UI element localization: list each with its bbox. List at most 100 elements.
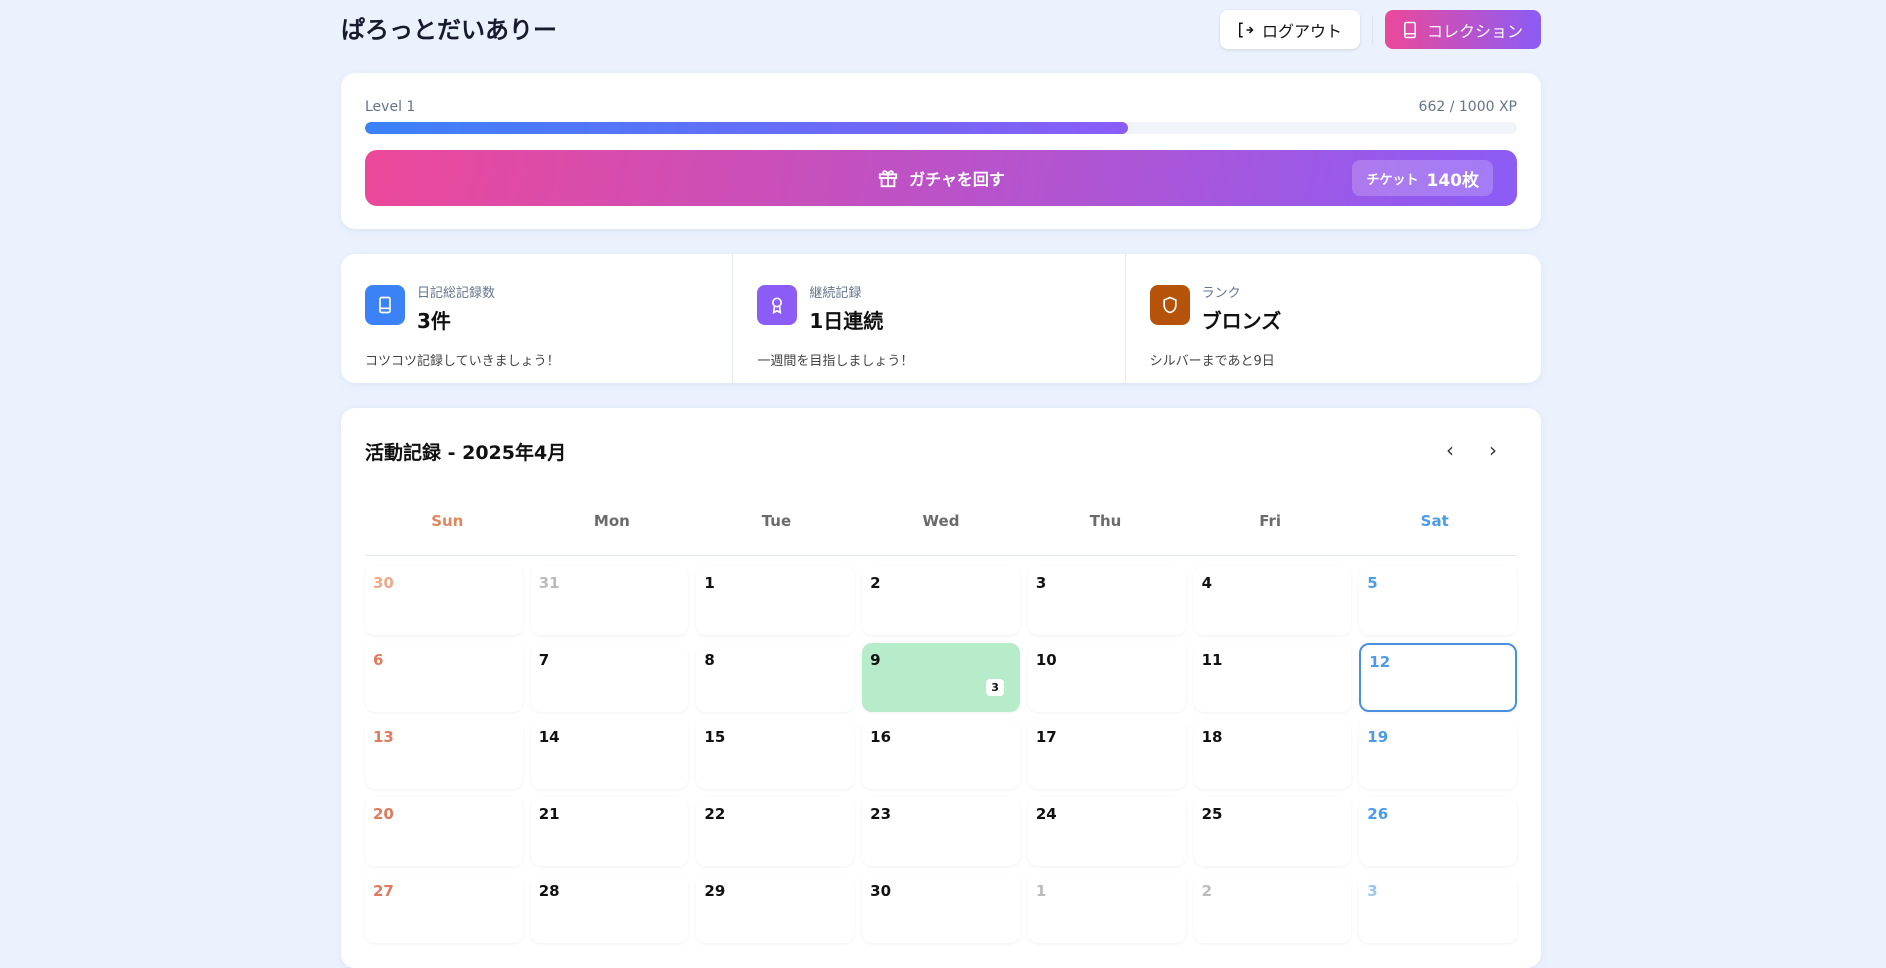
stat-item: ランク ブロンズ シルバーまであと9日 [1124, 254, 1517, 383]
calendar-day[interactable]: 11 [1193, 643, 1352, 712]
calendar-day[interactable]: 27 [365, 874, 523, 943]
day-number: 19 [1367, 728, 1389, 746]
day-number: 3 [1367, 882, 1378, 900]
stat-subtext: シルバーまであと9日 [1149, 354, 1275, 369]
calendar-day[interactable]: 25 [1193, 797, 1352, 866]
calendar-day[interactable]: 31 [530, 566, 689, 635]
calendar-card: 活動記録 - 2025年4月 ‹ › Sun Mon Tue Wed Thu Fri Sat… [341, 408, 1541, 968]
calendar-day[interactable]: 6 [365, 643, 523, 712]
day-number: 30 [373, 574, 394, 592]
weekday-label: Sat [1420, 512, 1449, 530]
prev-month-button[interactable]: ‹ [1446, 438, 1454, 462]
logout-button[interactable]: ログアウト [1220, 10, 1360, 49]
day-number: 23 [870, 805, 892, 823]
calendar-day[interactable]: 29 [696, 874, 855, 943]
day-number: 17 [1035, 728, 1057, 746]
collection-button[interactable]: コレクション [1385, 10, 1541, 49]
calendar-day[interactable]: 2 [1193, 874, 1352, 943]
day-number: 2 [870, 574, 881, 592]
shield-icon [1149, 285, 1190, 325]
day-number: 29 [704, 882, 726, 900]
day-number: 4 [1201, 574, 1212, 592]
stat-item: 継続記録 1日連続 一週間を目指しましょう！ [732, 254, 1124, 383]
calendar-day[interactable]: 12 [1359, 643, 1517, 712]
calendar-day[interactable]: 7 [530, 643, 689, 712]
level-label: Level 1 [365, 99, 416, 115]
stats-card: 日記総記録数 3件 コツコツ記録していきましょう！ 継続記録 1日連続 一週間を… [341, 254, 1541, 383]
divider [365, 555, 1517, 556]
calendar-day[interactable]: 20 [365, 797, 523, 866]
calendar-day[interactable]: 3 [1027, 566, 1186, 635]
day-number: 5 [1367, 574, 1378, 592]
calendar-title: 活動記録 - 2025年4月 [365, 442, 567, 464]
day-number: 31 [538, 574, 560, 592]
collection-label: コレクション [1427, 21, 1524, 41]
calendar-day[interactable]: 93 [862, 643, 1020, 712]
calendar-day[interactable]: 24 [1027, 797, 1186, 866]
calendar-day[interactable]: 13 [365, 720, 523, 789]
stat-subtext: コツコツ記録していきましょう！ [365, 354, 560, 369]
calendar-day[interactable]: 22 [696, 797, 855, 866]
day-number: 9 [870, 651, 881, 669]
calendar-day[interactable]: 1 [696, 566, 855, 635]
stat-label: 継続記録 [809, 286, 862, 301]
ticket-badge: チケット 140枚 [1352, 160, 1493, 196]
weekday-label: Fri [1259, 512, 1282, 530]
gacha-label: ガチャを回す [909, 170, 1005, 189]
day-number: 13 [373, 728, 394, 746]
day-number: 27 [373, 882, 394, 900]
calendar-day[interactable]: 4 [1193, 566, 1352, 635]
calendar-day[interactable]: 26 [1359, 797, 1517, 866]
day-number: 12 [1369, 653, 1391, 671]
day-number: 1 [1035, 882, 1047, 900]
calendar-day[interactable]: 21 [530, 797, 689, 866]
day-number: 20 [373, 805, 394, 823]
entry-count-badge: 3 [986, 679, 1004, 696]
gacha-button[interactable]: ガチャを回す チケット 140枚 [365, 150, 1517, 206]
day-number: 28 [538, 882, 560, 900]
xp-progress-fill [365, 122, 1128, 134]
calendar-day[interactable]: 16 [862, 720, 1020, 789]
calendar-day[interactable]: 28 [530, 874, 689, 943]
app-title: ぱろっとだいありー [341, 16, 557, 44]
ticket-label: チケット [1366, 172, 1419, 188]
logout-label: ログアウト [1262, 21, 1343, 41]
day-number: 16 [870, 728, 892, 746]
day-number: 14 [538, 728, 560, 746]
calendar-day[interactable]: 23 [862, 797, 1020, 866]
weekday-label: Sun [431, 512, 464, 530]
calendar-day[interactable]: 2 [862, 566, 1020, 635]
calendar-day[interactable]: 8 [696, 643, 855, 712]
calendar-day[interactable]: 3 [1359, 874, 1517, 943]
calendar-day[interactable]: 1 [1027, 874, 1186, 943]
calendar-day[interactable]: 30 [862, 874, 1020, 943]
calendar-grid: 30 31 1 2 3 4 5 6 7 8 9 3 10 11 12 13 14 15 16 17 18 19 20 21 22… [365, 566, 1517, 943]
calendar-day[interactable]: 30 [365, 566, 523, 635]
book-icon [1404, 21, 1416, 38]
stat-value: 3件 [417, 309, 451, 333]
weekday-label: Tue [761, 512, 792, 530]
day-number: 24 [1035, 805, 1057, 823]
xp-readout: 662 / 1000 XP [1418, 99, 1517, 115]
day-number: 3 [1035, 574, 1047, 592]
next-month-button[interactable]: › [1489, 438, 1497, 462]
day-number: 26 [1367, 805, 1389, 823]
day-number: 7 [538, 651, 550, 669]
calendar-day[interactable]: 15 [696, 720, 855, 789]
header: ぱろっとだいありー ログアウト コレクション [341, 0, 1541, 58]
calendar-day[interactable]: 5 [1359, 566, 1517, 635]
calendar-day[interactable]: 18 [1193, 720, 1352, 789]
calendar-day[interactable]: 17 [1027, 720, 1186, 789]
day-number: 18 [1201, 728, 1223, 746]
logout-icon [1239, 22, 1254, 37]
day-number: 22 [704, 805, 726, 823]
calendar-day[interactable]: 10 [1027, 643, 1186, 712]
stat-value: 1日連続 [809, 309, 884, 333]
calendar-day[interactable]: 14 [530, 720, 689, 789]
level-card: Level 1 662 / 1000 XP ガチャを回す チケット 140枚 [341, 73, 1541, 229]
calendar-day[interactable]: 19 [1359, 720, 1517, 789]
day-number: 30 [870, 882, 892, 900]
page: ぱろっとだいありー ログアウト コレクション Level 1 662 / 100… [341, 0, 1541, 968]
award-icon [757, 285, 798, 325]
divider [1372, 16, 1373, 44]
